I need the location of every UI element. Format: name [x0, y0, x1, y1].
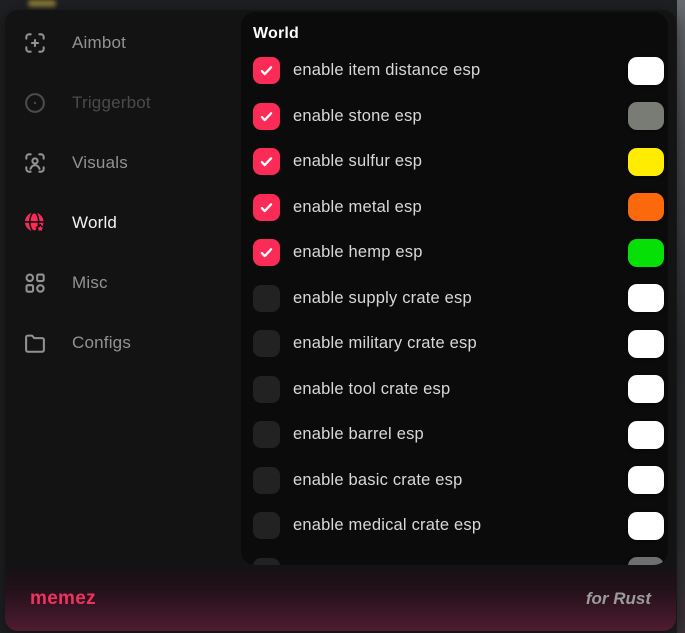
sidebar-item-label: Aimbot: [72, 33, 126, 53]
sidebar-item-world[interactable]: World: [5, 193, 241, 253]
footer-bar: memez for Rust: [5, 567, 676, 631]
crosshair-icon: [22, 30, 48, 56]
sidebar-item-label: Misc: [72, 273, 108, 293]
option-label: enable sulfur esp: [293, 152, 422, 171]
option-row: enable sulfur esp: [253, 139, 668, 185]
option-label: enable medical crate esp: [293, 516, 481, 535]
brand-name: memez: [30, 588, 96, 610]
color-swatch[interactable]: [628, 284, 664, 312]
option-label: enable stone esp: [293, 107, 422, 126]
option-checkbox[interactable]: [253, 376, 280, 403]
sidebar-menu: Aimbot Triggerbot Visuals World Misc Con…: [5, 10, 241, 373]
option-label: enable barrel esp: [293, 425, 424, 444]
background-edge: [677, 0, 685, 633]
option-label: enable hemp esp: [293, 243, 423, 262]
color-swatch[interactable]: [628, 57, 664, 85]
option-checkbox[interactable]: [253, 103, 280, 130]
color-swatch[interactable]: [628, 466, 664, 494]
sidebar-item-aimbot[interactable]: Aimbot: [5, 13, 241, 73]
color-swatch[interactable]: [628, 375, 664, 403]
option-checkbox[interactable]: [253, 558, 280, 565]
sidebar-item-label: Configs: [72, 333, 131, 353]
sidebar-item-label: Triggerbot: [72, 93, 151, 113]
cheat-menu-window: Aimbot Triggerbot Visuals World Misc Con…: [5, 10, 676, 631]
option-row: enable tool crate esp: [253, 367, 668, 413]
sidebar-item-visuals[interactable]: Visuals: [5, 133, 241, 193]
option-row: enable medical crate esp: [253, 503, 668, 549]
option-label: enable basic crate esp: [293, 471, 463, 490]
option-checkbox[interactable]: [253, 285, 280, 312]
color-swatch[interactable]: [628, 512, 664, 540]
option-label: enable metal esp: [293, 198, 422, 217]
color-swatch[interactable]: [628, 239, 664, 267]
option-label: enable military crate esp: [293, 334, 477, 353]
color-swatch[interactable]: [628, 148, 664, 176]
sidebar-item-triggerbot[interactable]: Triggerbot: [5, 73, 241, 133]
brand-tagline: for Rust: [586, 589, 651, 609]
option-row: enable barrel esp: [253, 412, 668, 458]
option-row: enable stone esp: [253, 94, 668, 140]
globe-icon: [22, 210, 48, 236]
color-swatch[interactable]: [628, 421, 664, 449]
option-checkbox[interactable]: [253, 512, 280, 539]
option-row: enable basic crate esp: [253, 458, 668, 504]
color-swatch[interactable]: [628, 557, 664, 565]
option-checkbox[interactable]: [253, 194, 280, 221]
option-row: enable military crate esp: [253, 321, 668, 367]
option-row: [253, 549, 668, 566]
option-label: enable item distance esp: [293, 61, 480, 80]
folder-icon: [22, 330, 48, 356]
world-settings-panel: World enable item distance esp enable st…: [241, 12, 668, 565]
background-smudge: [28, 0, 56, 7]
option-checkbox[interactable]: [253, 239, 280, 266]
grid-icon: [22, 270, 48, 296]
option-checkbox[interactable]: [253, 467, 280, 494]
option-checkbox[interactable]: [253, 148, 280, 175]
option-row: enable item distance esp: [253, 48, 668, 94]
color-swatch[interactable]: [628, 193, 664, 221]
option-row: enable metal esp: [253, 185, 668, 231]
sidebar-item-misc[interactable]: Misc: [5, 253, 241, 313]
sidebar-item-label: World: [72, 213, 117, 233]
page-title: World: [253, 23, 668, 45]
color-swatch[interactable]: [628, 330, 664, 358]
option-checkbox[interactable]: [253, 421, 280, 448]
options-list: enable item distance esp enable stone es…: [253, 48, 668, 565]
sidebar-item-label: Visuals: [72, 153, 128, 173]
sidebar-item-configs[interactable]: Configs: [5, 313, 241, 373]
option-row: enable hemp esp: [253, 230, 668, 276]
person-scan-icon: [22, 150, 48, 176]
circle-dot-icon: [22, 90, 48, 116]
color-swatch[interactable]: [628, 102, 664, 130]
option-checkbox[interactable]: [253, 330, 280, 357]
option-label: enable tool crate esp: [293, 380, 450, 399]
option-label: enable supply crate esp: [293, 289, 472, 308]
option-row: enable supply crate esp: [253, 276, 668, 322]
option-checkbox[interactable]: [253, 57, 280, 84]
